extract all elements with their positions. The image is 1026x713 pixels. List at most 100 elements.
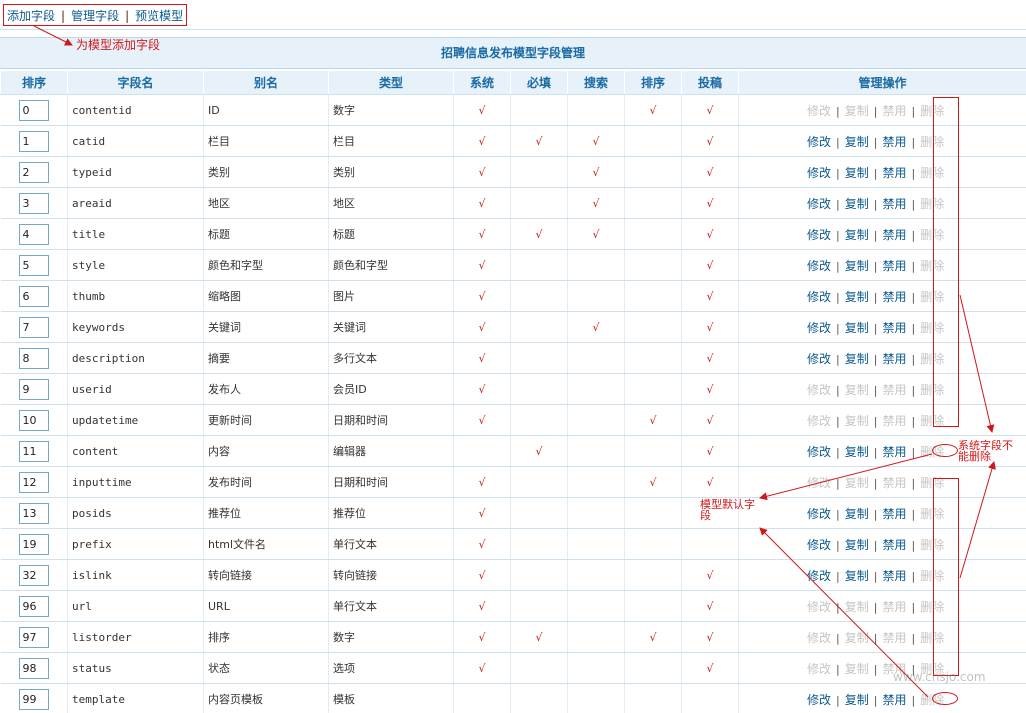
type-cell: 关键词 xyxy=(328,311,454,343)
edit-link: 修改 xyxy=(807,661,832,676)
disable-link[interactable]: 禁用 xyxy=(882,259,906,273)
order-input[interactable] xyxy=(18,440,49,462)
disable-link[interactable]: 禁用 xyxy=(882,569,906,583)
flag-cell-sys xyxy=(453,435,511,467)
order-input[interactable] xyxy=(18,595,49,617)
copy-link[interactable]: 复制 xyxy=(845,135,869,149)
order-input[interactable] xyxy=(18,378,49,400)
order-input[interactable] xyxy=(18,533,49,555)
disable-link[interactable]: 禁用 xyxy=(882,290,906,304)
order-input[interactable] xyxy=(18,285,49,307)
edit-link[interactable]: 修改 xyxy=(807,197,831,211)
op-separator: | xyxy=(836,507,840,521)
flag-cell-sort xyxy=(624,218,682,250)
edit-link[interactable]: 修改 xyxy=(807,228,831,242)
order-input[interactable] xyxy=(18,130,49,152)
annotation-add-field: 为模型添加字段 xyxy=(76,38,161,52)
nav-manage-fields-link[interactable]: 管理字段 xyxy=(71,9,119,23)
order-cell xyxy=(0,559,68,591)
copy-link[interactable]: 复制 xyxy=(845,259,869,273)
disable-link[interactable]: 禁用 xyxy=(882,507,906,521)
check-mark-icon: √ xyxy=(706,258,714,272)
order-input[interactable] xyxy=(18,223,49,245)
check-mark-icon: √ xyxy=(592,320,600,334)
delete-link: 删除 xyxy=(920,382,945,397)
disable-link[interactable]: 禁用 xyxy=(882,228,906,242)
disable-link[interactable]: 禁用 xyxy=(882,693,906,707)
order-input[interactable] xyxy=(18,409,49,431)
edit-link[interactable]: 修改 xyxy=(807,538,831,552)
check-mark-icon: √ xyxy=(706,475,714,489)
table-row: updatetime更新时间日期和时间 √ √ √ 修改 | 复制 | 禁用 | 删除 xyxy=(0,404,1026,436)
op-separator: | xyxy=(873,104,878,118)
copy-link[interactable]: 复制 xyxy=(845,197,869,211)
flag-cell-search: √ xyxy=(567,218,625,250)
check-mark-icon: √ xyxy=(478,475,486,489)
flag-cell-sort xyxy=(624,528,682,560)
disable-link[interactable]: 禁用 xyxy=(882,538,906,552)
order-input[interactable] xyxy=(18,347,49,369)
copy-link[interactable]: 复制 xyxy=(845,228,869,242)
copy-link[interactable]: 复制 xyxy=(845,693,869,707)
disable-link[interactable]: 禁用 xyxy=(882,445,906,459)
copy-link[interactable]: 复制 xyxy=(845,507,869,521)
check-mark-icon: √ xyxy=(478,413,486,427)
flag-cell-search xyxy=(567,652,625,684)
edit-link[interactable]: 修改 xyxy=(807,569,831,583)
disable-link[interactable]: 禁用 xyxy=(882,166,906,180)
table-row: status状态选项√√修改|复制|禁用|删除 xyxy=(0,652,1026,684)
order-input[interactable] xyxy=(18,626,49,648)
ops-cell: 修改 | 复制 | 禁用 | 删除 xyxy=(738,249,1026,281)
edit-link[interactable]: 修改 xyxy=(807,321,831,335)
copy-link[interactable]: 复制 xyxy=(845,321,869,335)
op-separator: | xyxy=(836,662,840,676)
disable-link[interactable]: 禁用 xyxy=(882,197,906,211)
copy-link[interactable]: 复制 xyxy=(845,445,869,459)
disable-link[interactable]: 禁用 xyxy=(882,135,906,149)
order-input[interactable] xyxy=(18,161,49,183)
order-input[interactable] xyxy=(18,471,49,493)
edit-link[interactable]: 修改 xyxy=(807,693,831,707)
copy-link[interactable]: 复制 xyxy=(845,538,869,552)
nav-separator: | xyxy=(61,9,66,23)
order-input[interactable] xyxy=(18,192,49,214)
edit-link[interactable]: 修改 xyxy=(807,507,831,521)
order-input[interactable] xyxy=(18,564,49,586)
disable-link[interactable]: 禁用 xyxy=(882,352,906,366)
flag-cell-search xyxy=(567,94,625,126)
copy-link[interactable]: 复制 xyxy=(845,290,869,304)
check-mark-icon: √ xyxy=(706,320,714,334)
order-input[interactable] xyxy=(18,657,49,679)
copy-link[interactable]: 复制 xyxy=(845,569,869,583)
copy-link[interactable]: 复制 xyxy=(845,166,869,180)
edit-link[interactable]: 修改 xyxy=(807,290,831,304)
nav-add-field-link[interactable]: 添加字段 xyxy=(7,9,55,23)
edit-link[interactable]: 修改 xyxy=(807,135,831,149)
check-mark-icon: √ xyxy=(706,413,714,427)
edit-link[interactable]: 修改 xyxy=(807,352,831,366)
flag-cell-req: √ xyxy=(510,125,568,157)
order-input[interactable] xyxy=(18,254,49,276)
order-input[interactable] xyxy=(18,316,49,338)
flag-cell-sort xyxy=(624,435,682,467)
order-input[interactable] xyxy=(18,99,49,121)
disable-link: 禁用 xyxy=(882,475,907,490)
order-input[interactable] xyxy=(18,688,49,710)
table-row: areaid地区地区√√√修改|复制|禁用|删除 xyxy=(0,187,1026,219)
ops-cell: 修改 | 复制 | 禁用 | 删除 xyxy=(738,156,1026,188)
disable-link[interactable]: 禁用 xyxy=(882,321,906,335)
nav-preview-model-link[interactable]: 预览模型 xyxy=(135,9,183,23)
flag-cell-req xyxy=(510,94,568,126)
order-input[interactable] xyxy=(18,502,49,524)
op-separator: | xyxy=(836,104,840,118)
table-row: userid发布人会员ID √ √ 修改 | 复制 | 禁用 | 删除 xyxy=(0,373,1026,405)
copy-link[interactable]: 复制 xyxy=(845,352,869,366)
check-mark-icon: √ xyxy=(478,258,486,272)
edit-link[interactable]: 修改 xyxy=(807,445,831,459)
nav-separator: | xyxy=(125,9,130,23)
alias-cell: 关键词 xyxy=(203,311,329,343)
check-mark-icon: √ xyxy=(649,475,657,489)
edit-link[interactable]: 修改 xyxy=(807,259,831,273)
edit-link[interactable]: 修改 xyxy=(807,166,831,180)
field-name-cell: inputtime xyxy=(67,466,204,498)
